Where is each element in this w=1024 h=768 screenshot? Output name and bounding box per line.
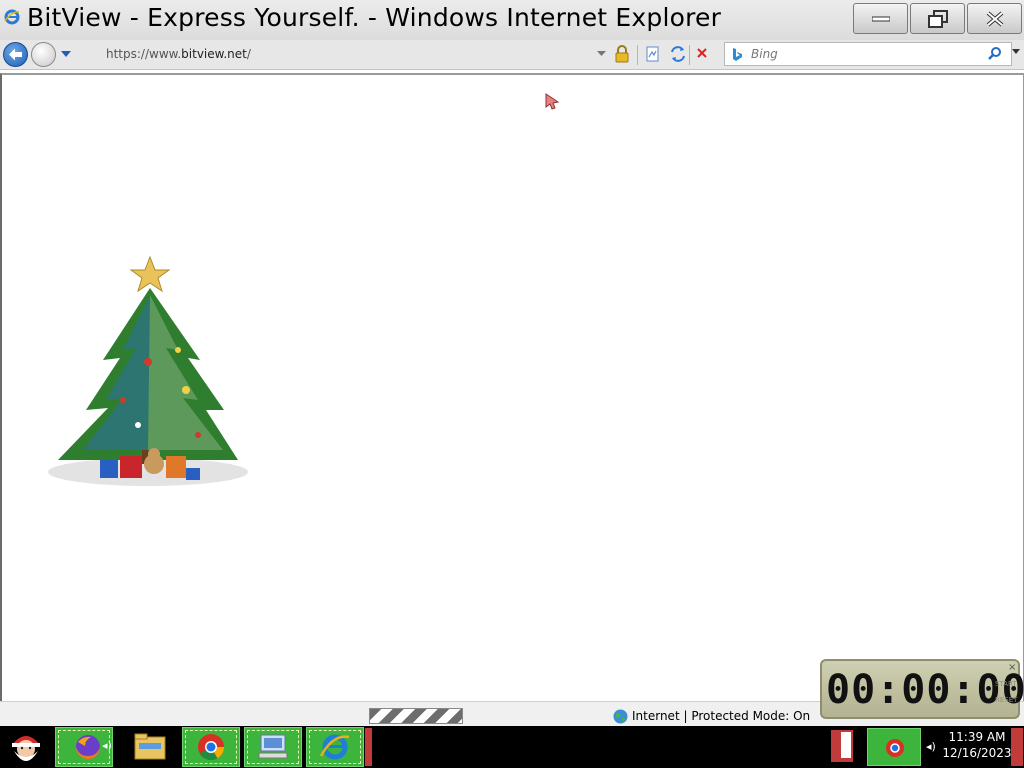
back-arrow-icon xyxy=(9,48,22,61)
close-icon xyxy=(986,10,1003,27)
internet-explorer-icon xyxy=(319,734,350,760)
folder-icon xyxy=(134,733,166,760)
computer-network-icon xyxy=(258,734,288,759)
tray-notification-area-button[interactable] xyxy=(867,728,921,766)
url-domain: bitview.net xyxy=(181,47,247,61)
url-protocol: https://www. xyxy=(106,47,182,61)
address-field[interactable]: https://www.bitview.net/ xyxy=(106,47,251,61)
search-input[interactable] xyxy=(749,46,979,62)
refresh-icon[interactable] xyxy=(669,45,687,63)
stopwatch-start-button[interactable]: START xyxy=(995,680,1017,688)
show-desktop-button[interactable] xyxy=(1011,728,1023,766)
minimize-icon xyxy=(871,16,890,21)
tray-action-center-button[interactable] xyxy=(831,730,853,762)
gadget-close-icon[interactable]: × xyxy=(1008,662,1016,673)
taskbar-firefox-button[interactable]: ◂) xyxy=(55,727,113,767)
taskbar-explorer-button[interactable] xyxy=(124,727,176,767)
santa-start-button-icon[interactable] xyxy=(2,727,50,767)
chrome-icon xyxy=(198,734,225,761)
tray-volume-icon[interactable]: ◂) xyxy=(926,740,936,753)
lock-icon[interactable] xyxy=(614,45,630,63)
recent-pages-dropdown-icon[interactable] xyxy=(61,51,71,57)
christmas-tree-image xyxy=(48,255,248,486)
taskbar-divider xyxy=(365,728,372,766)
taskbar-volume-mini-icon: ◂) xyxy=(102,739,112,752)
tray-chrome-icon xyxy=(886,739,904,757)
ie-logo-icon xyxy=(4,9,20,25)
stopwatch-reset-button[interactable]: RESET xyxy=(995,696,1017,704)
url-path: / xyxy=(246,47,251,61)
search-options-dropdown-icon[interactable] xyxy=(1012,49,1020,54)
restore-icon xyxy=(927,9,948,28)
back-button[interactable] xyxy=(3,42,28,67)
address-dropdown-icon[interactable] xyxy=(597,51,606,56)
restore-button[interactable] xyxy=(910,3,965,34)
compatibility-view-icon[interactable] xyxy=(645,45,661,63)
security-zone-label[interactable]: Internet | Protected Mode: On xyxy=(632,709,810,723)
taskbar-clock-date[interactable]: 12/16/2023 xyxy=(940,746,1014,760)
toolbar-separator xyxy=(689,45,690,65)
loading-progress-bar xyxy=(369,708,463,724)
stop-icon[interactable] xyxy=(695,46,709,60)
stopwatch-display: 00:00:00 xyxy=(826,667,1024,713)
window-title: BitView - Express Yourself. - Windows In… xyxy=(27,3,722,32)
taskbar-internet-explorer-button[interactable] xyxy=(306,727,364,767)
search-magnifier-icon[interactable] xyxy=(987,46,1003,62)
minimize-button[interactable] xyxy=(853,3,908,34)
window-titlebar[interactable]: BitView - Express Yourself. - Windows In… xyxy=(0,0,1024,40)
toolbar-separator xyxy=(637,45,638,65)
stopwatch-gadget[interactable]: 00:00:00 × START RESET xyxy=(820,659,1024,719)
bing-icon xyxy=(733,48,742,61)
firefox-icon xyxy=(76,735,100,759)
taskbar-chrome-button[interactable] xyxy=(182,727,240,767)
taskbar-network-button[interactable] xyxy=(244,727,302,767)
internet-zone-globe-icon[interactable] xyxy=(613,709,628,724)
forward-button[interactable] xyxy=(31,42,56,67)
taskbar: ◂) ◂) 11:39 AM 12/16/2023 xyxy=(0,726,1024,768)
taskbar-clock-time[interactable]: 11:39 AM xyxy=(940,730,1014,744)
close-window-button[interactable] xyxy=(967,3,1022,34)
mouse-cursor-icon xyxy=(545,93,560,110)
search-box[interactable] xyxy=(724,42,1012,66)
